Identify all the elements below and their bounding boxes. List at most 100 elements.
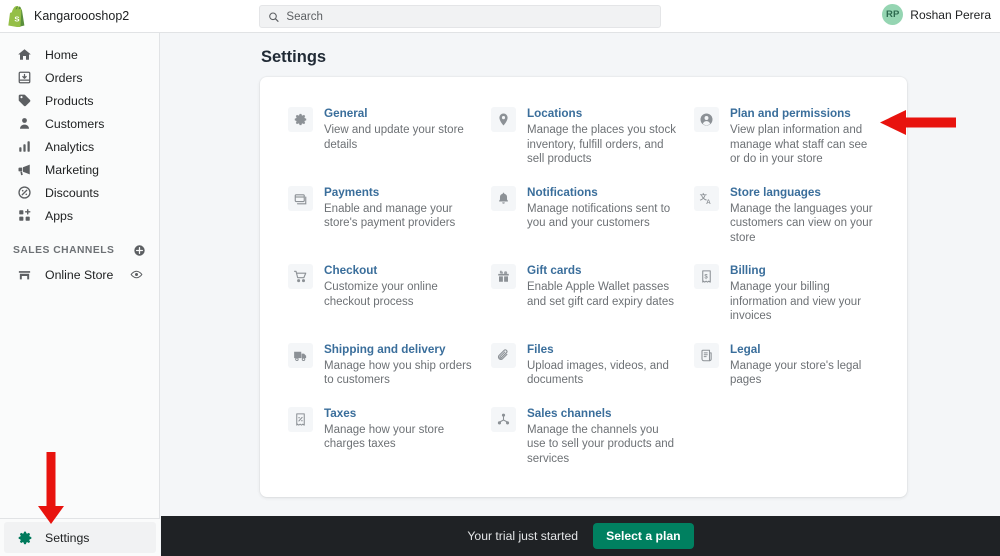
setting-description: Manage how you ship orders to customers <box>324 359 472 387</box>
setting-title: Payments <box>324 185 380 199</box>
shopping-cart-icon <box>288 264 313 289</box>
shopify-logo-icon: S <box>8 5 25 27</box>
setting-title: Store languages <box>730 185 821 199</box>
apps-grid-icon <box>16 207 33 224</box>
setting-checkout[interactable]: Checkout Customize your online checkout … <box>288 254 473 333</box>
setting-text: Sales channels Manage the channels you u… <box>527 406 676 467</box>
setting-payments[interactable]: Payments Enable and manage your store's … <box>288 176 473 255</box>
setting-description: Manage your store's legal pages <box>730 359 862 387</box>
user-name: Roshan Perera <box>910 7 991 22</box>
setting-description: Manage how your store charges taxes <box>324 423 445 451</box>
setting-text: Taxes Manage how your store charges taxe… <box>324 406 473 452</box>
sidebar-item-label: Home <box>45 47 78 62</box>
settings-nav-section: Settings <box>0 518 160 556</box>
setting-title: Locations <box>527 107 583 120</box>
page-title: Settings <box>261 48 327 66</box>
sidebar-item-label: Discounts <box>45 185 99 200</box>
billing-receipt-icon: $ <box>694 264 719 289</box>
svg-text:$: $ <box>704 274 708 280</box>
translate-icon: 文 A <box>694 185 719 211</box>
setting-store-languages[interactable]: 文 A Store languages Manage the languages… <box>694 176 879 255</box>
legal-scroll-icon <box>694 342 719 368</box>
setting-text: Store languages Manage the languages you… <box>730 185 879 246</box>
sidebar-item-label: Customers <box>45 116 105 131</box>
sidebar-item-marketing[interactable]: Marketing <box>4 158 155 181</box>
sidebar-item-online-store[interactable]: Online Store <box>4 263 155 286</box>
gear-icon <box>16 529 33 546</box>
setting-text: Legal Manage your store's legal pages <box>730 342 879 388</box>
analytics-bars-icon <box>16 138 33 155</box>
settings-grid: General View and update your store detai… <box>288 97 879 475</box>
sidebar-item-label: Online Store <box>45 267 114 282</box>
setting-sales-channels[interactable]: Sales channels Manage the channels you u… <box>491 397 676 476</box>
sidebar-item-label: Orders <box>45 70 83 85</box>
marketing-megaphone-icon <box>16 161 33 178</box>
setting-text: Locations Manage the places you stock in… <box>527 106 676 167</box>
setting-text: Checkout Customize your online checkout … <box>324 263 473 309</box>
main-content: Settings General View and update your st… <box>161 33 1000 516</box>
discounts-percent-icon <box>16 184 33 201</box>
setting-description: Manage the languages your customers can … <box>730 202 873 244</box>
setting-billing[interactable]: $ Billing Manage your billing informatio… <box>694 254 879 333</box>
products-tag-icon <box>16 92 33 109</box>
sidebar-item-apps[interactable]: Apps <box>4 204 155 227</box>
sidebar-item-customers[interactable]: Customers <box>4 112 155 135</box>
sales-channels-title: SALES CHANNELS <box>13 244 115 256</box>
setting-gift-cards[interactable]: Gift cards Enable Apple Wallet passes an… <box>491 254 676 333</box>
svg-text:S: S <box>14 14 19 23</box>
top-bar: S Kangaroooshop2 RP Roshan Perera <box>0 0 1000 33</box>
setting-text: Notifications Manage notifications sent … <box>527 185 676 231</box>
setting-taxes[interactable]: Taxes Manage how your store charges taxe… <box>288 397 473 476</box>
settings-card: General View and update your store detai… <box>260 77 907 497</box>
channels-network-icon <box>491 406 516 432</box>
shopify-admin-window: S Kangaroooshop2 RP Roshan Perera <box>0 0 1000 556</box>
sidebar-item-home[interactable]: Home <box>4 43 155 66</box>
sidebar-item-analytics[interactable]: Analytics <box>4 135 155 158</box>
global-search-bar[interactable] <box>259 5 661 28</box>
setting-general[interactable]: General View and update your store detai… <box>288 97 473 176</box>
taxes-receipt-icon <box>288 406 313 432</box>
setting-legal[interactable]: Legal Manage your store's legal pages <box>694 333 879 397</box>
setting-title: Files <box>527 342 554 356</box>
trial-banner-text: Your trial just started <box>467 529 579 543</box>
setting-description: Enable Apple Wallet passes and set gift … <box>527 281 675 308</box>
select-a-plan-button[interactable]: Select a plan <box>593 522 694 550</box>
location-pin-icon <box>491 107 516 132</box>
store-name: Kangaroooshop2 <box>34 9 130 23</box>
setting-notifications[interactable]: Notifications Manage notifications sent … <box>491 176 676 255</box>
setting-files[interactable]: Files Upload images, videos, and documen… <box>491 333 676 397</box>
sidebar-item-label: Analytics <box>45 139 95 154</box>
plus-circle-icon[interactable] <box>132 243 146 257</box>
shipping-truck-icon <box>288 342 313 368</box>
setting-text: Gift cards Enable Apple Wallet passes an… <box>527 263 676 309</box>
setting-text: Files Upload images, videos, and documen… <box>527 342 676 388</box>
setting-description: Manage the channels you use to sell your… <box>527 423 675 465</box>
setting-description: View and update your store details <box>324 124 464 151</box>
setting-title: Sales channels <box>527 406 612 420</box>
setting-title: Checkout <box>324 264 378 277</box>
setting-description: Manage the places you stock inventory, f… <box>527 124 676 165</box>
sidebar-item-discounts[interactable]: Discounts <box>4 181 155 204</box>
setting-text: Billing Manage your billing information … <box>730 263 879 324</box>
search-input[interactable] <box>286 10 652 23</box>
trial-banner: Your trial just started Select a plan <box>161 516 1000 556</box>
setting-text: Shipping and delivery Manage how you shi… <box>324 342 473 388</box>
sidebar-item-products[interactable]: Products <box>4 89 155 112</box>
sidebar-item-label: Settings <box>45 530 90 545</box>
sidebar-item-label: Marketing <box>45 162 99 177</box>
user-menu[interactable]: RP Roshan Perera <box>882 4 991 25</box>
brand-area[interactable]: S Kangaroooshop2 <box>0 5 160 27</box>
setting-plan-and-permissions[interactable]: Plan and permissions View plan informati… <box>694 97 879 176</box>
person-circle-icon <box>694 107 719 132</box>
paperclip-icon <box>491 342 516 368</box>
setting-locations[interactable]: Locations Manage the places you stock in… <box>491 97 676 176</box>
sidebar-item-settings[interactable]: Settings <box>4 522 156 553</box>
search-icon <box>269 11 279 22</box>
customers-person-icon <box>16 115 33 132</box>
eye-icon[interactable] <box>129 268 143 282</box>
svg-text:A: A <box>706 198 711 205</box>
avatar: RP <box>882 4 904 25</box>
sidebar-item-orders[interactable]: Orders <box>4 66 155 89</box>
payment-card-icon <box>288 185 313 211</box>
setting-shipping-and-delivery[interactable]: Shipping and delivery Manage how you shi… <box>288 333 473 397</box>
